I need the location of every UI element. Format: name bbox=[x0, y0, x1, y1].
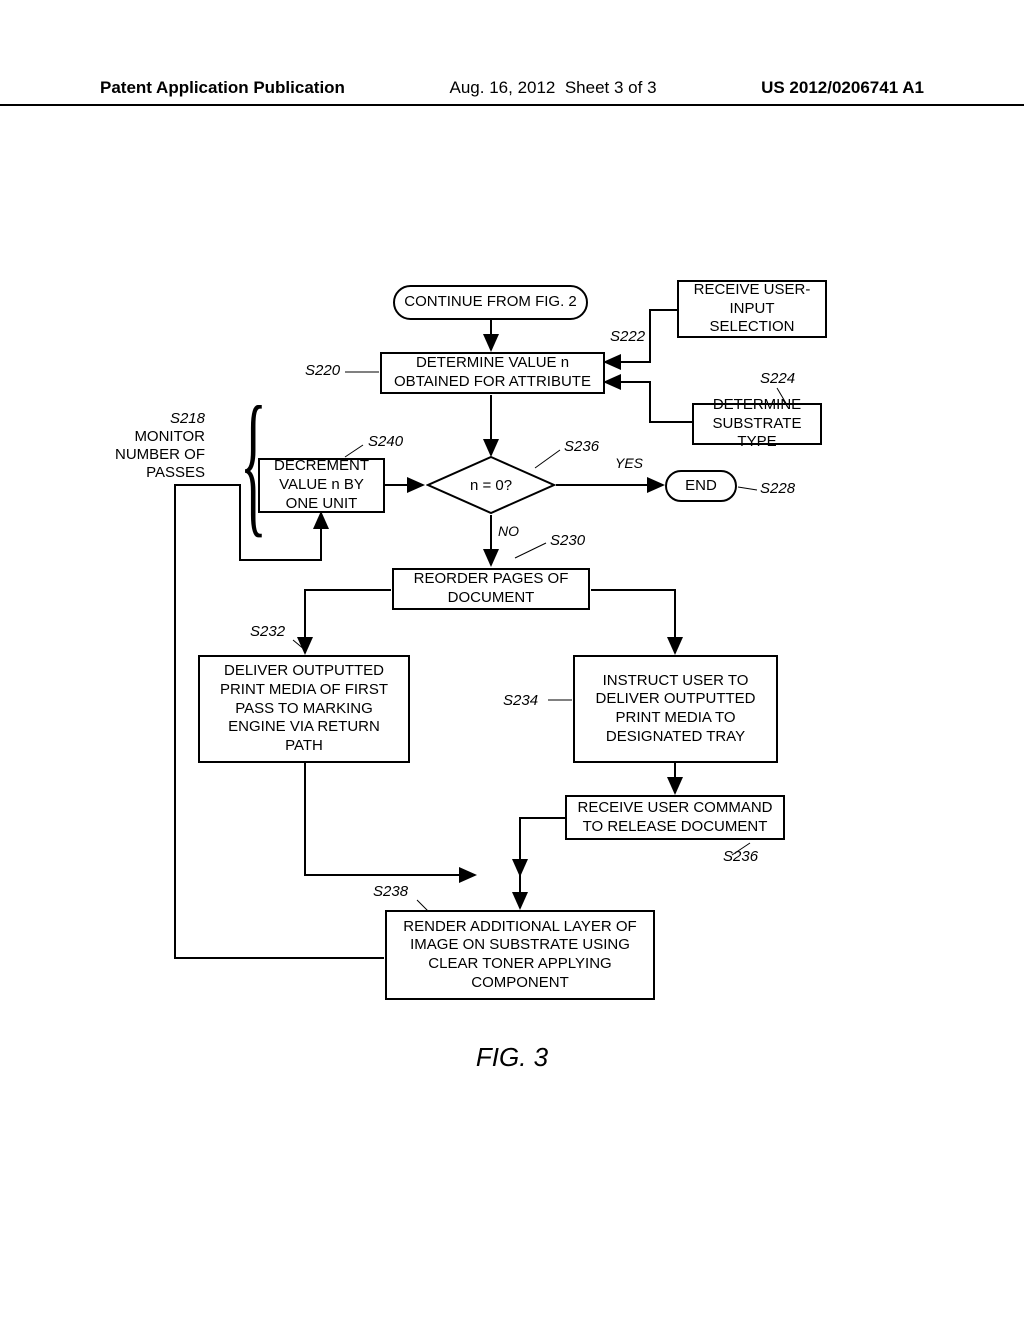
label-s228: S228 bbox=[760, 480, 795, 497]
flow-decrement: DECREMENT VALUE n BY ONE UNIT bbox=[258, 458, 385, 513]
label-s224: S224 bbox=[760, 370, 795, 387]
label-s218: S218 bbox=[115, 410, 205, 428]
flow-reorder: REORDER PAGES OF DOCUMENT bbox=[392, 568, 590, 610]
label-s236b: S236 bbox=[723, 848, 758, 865]
page-header: Patent Application Publication Aug. 16, … bbox=[0, 78, 1024, 106]
pub-date: Aug. 16, 2012 Sheet 3 of 3 bbox=[450, 78, 657, 98]
flow-determine-substrate: DETERMINE SUBSTRATE TYPE bbox=[692, 403, 822, 445]
flow-continue: CONTINUE FROM FIG. 2 bbox=[393, 285, 588, 320]
flow-receive-cmd: RECEIVE USER COMMAND TO RELEASE DOCUMENT bbox=[565, 795, 785, 840]
flow-determine-n: DETERMINE VALUE n OBTAINED FOR ATTRIBUTE bbox=[380, 352, 605, 394]
decision-yes: YES bbox=[615, 455, 643, 471]
pub-number: US 2012/0206741 A1 bbox=[761, 78, 924, 98]
figure-caption: FIG. 3 bbox=[0, 1042, 1024, 1073]
label-monitor: MONITOR NUMBER OF PASSES bbox=[115, 428, 205, 482]
label-s234: S234 bbox=[503, 692, 538, 709]
flow-render: RENDER ADDITIONAL LAYER OF IMAGE ON SUBS… bbox=[385, 910, 655, 1000]
flow-instruct-user: INSTRUCT USER TO DELIVER OUTPUTTED PRINT… bbox=[573, 655, 778, 763]
pub-type: Patent Application Publication bbox=[100, 78, 345, 98]
label-s232: S232 bbox=[250, 623, 285, 640]
flowchart: CONTINUE FROM FIG. 2 RECEIVE USER-INPUT … bbox=[120, 280, 900, 1060]
decision-no: NO bbox=[498, 523, 519, 539]
flow-end: END bbox=[665, 470, 737, 502]
label-s238: S238 bbox=[373, 883, 408, 900]
label-s230: S230 bbox=[550, 532, 585, 549]
label-s222: S222 bbox=[610, 328, 645, 345]
label-s220: S220 bbox=[305, 362, 340, 379]
flow-deliver-return: DELIVER OUTPUTTED PRINT MEDIA OF FIRST P… bbox=[198, 655, 410, 763]
label-s236a: S236 bbox=[564, 438, 599, 455]
monitor-label-block: S218 MONITOR NUMBER OF PASSES bbox=[115, 410, 205, 482]
flow-user-input: RECEIVE USER-INPUT SELECTION bbox=[677, 280, 827, 338]
brace-icon: { bbox=[240, 370, 267, 555]
label-s240: S240 bbox=[368, 433, 403, 450]
flow-decision: n = 0? bbox=[426, 455, 556, 515]
